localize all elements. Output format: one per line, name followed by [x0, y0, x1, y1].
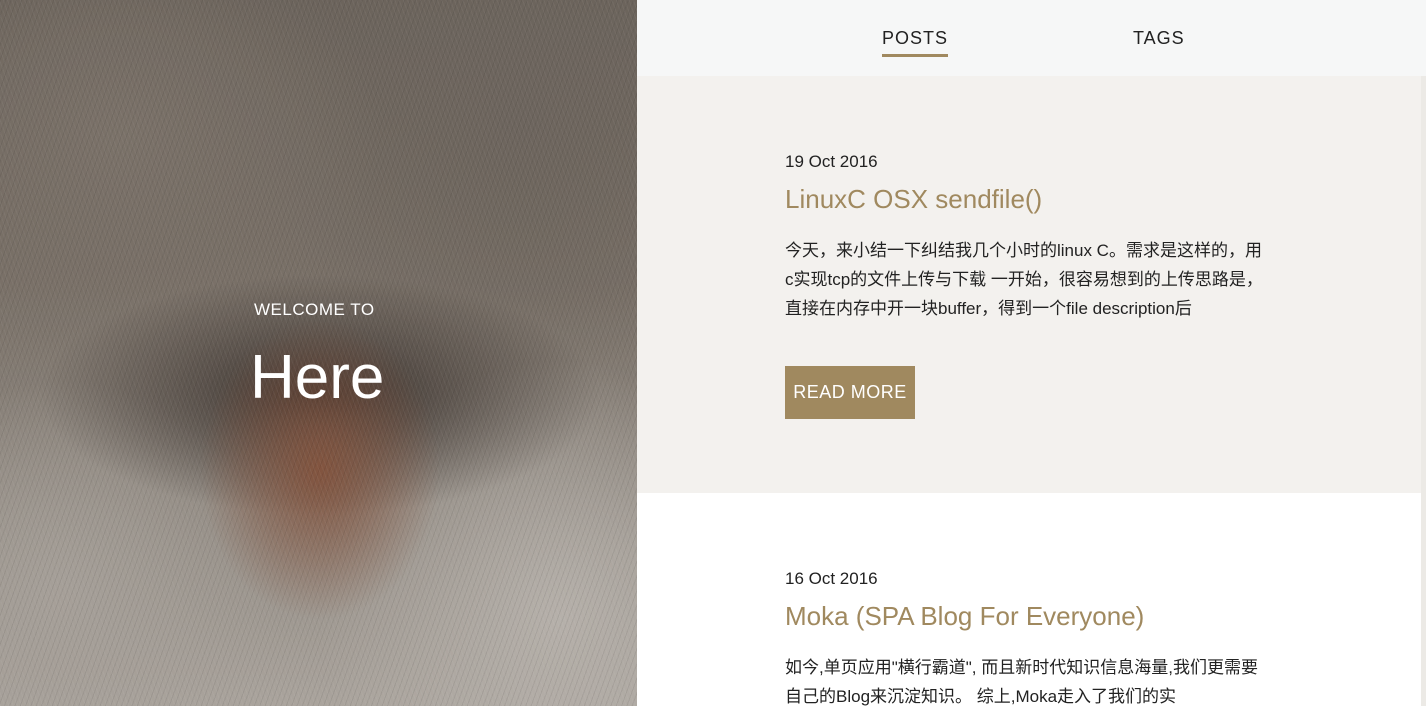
- tab-posts[interactable]: POSTS: [882, 28, 949, 57]
- hero-welcome-text: WELCOME TO: [254, 300, 375, 319]
- post-date: 16 Oct 2016: [785, 569, 878, 588]
- post-excerpt: 如今,单页应用"横行霸道", 而且新时代知识信息海量,我们更需要自己的Blog来…: [785, 658, 1258, 706]
- hero-title: Here: [250, 343, 385, 412]
- read-more-button[interactable]: READ MORE: [785, 366, 915, 419]
- hero-banner: WELCOME TO Here: [0, 0, 637, 706]
- post-excerpt: 今天，来小结一下纠结我几个小时的linux C。需求是这样的，用c实现tcp的文…: [785, 241, 1263, 318]
- top-nav: POSTS TAGS: [637, 0, 1426, 76]
- post-card: 16 Oct 2016 Moka (SPA Blog For Everyone)…: [637, 493, 1421, 706]
- tab-tags[interactable]: TAGS: [1133, 28, 1185, 54]
- post-title-link[interactable]: LinuxC OSX sendfile(): [785, 184, 1042, 215]
- post-date: 19 Oct 2016: [785, 152, 878, 171]
- main-content: POSTS TAGS 19 Oct 2016 LinuxC OSX sendfi…: [637, 0, 1426, 706]
- post-card: 19 Oct 2016 LinuxC OSX sendfile() 今天，来小结…: [637, 76, 1421, 493]
- scrollbar-track[interactable]: [1421, 76, 1426, 706]
- post-title-link[interactable]: Moka (SPA Blog For Everyone): [785, 601, 1144, 632]
